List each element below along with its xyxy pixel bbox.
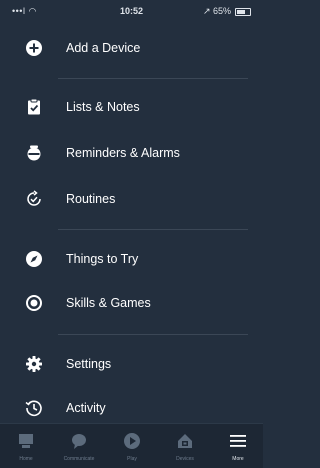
battery-percent: ↗ 65%: [202, 6, 231, 16]
menu-item-label: Settings: [66, 357, 112, 371]
menu-item-skills-games[interactable]: Skills & Games: [0, 286, 263, 320]
menu-item-routines[interactable]: Routines: [0, 182, 263, 216]
tab-label: Play: [127, 456, 137, 462]
battery-icon: [235, 7, 251, 16]
menu-item-add-device[interactable]: Add a Device: [0, 31, 263, 65]
alarm-icon: [27, 145, 41, 161]
menu-item-label: Routines: [66, 192, 116, 206]
status-bar: •••l ◠ 10:52 ↗ 65%: [0, 0, 263, 24]
tab-label: Communicate: [63, 456, 95, 462]
tab-label: More: [232, 456, 244, 462]
tab-home[interactable]: Home: [0, 424, 52, 468]
routines-icon: [27, 190, 41, 206]
tab-devices[interactable]: Devices: [159, 424, 211, 468]
menu-item-label: Reminders & Alarms: [66, 146, 180, 160]
menu-icon: [230, 435, 246, 447]
clipboard-icon: [28, 98, 40, 115]
add-icon: [26, 40, 42, 56]
tab-label: Home: [19, 456, 33, 462]
skills-icon: [26, 295, 42, 311]
menu-item-activity[interactable]: Activity: [0, 391, 263, 425]
battery-indicator: ↗ 65%: [203, 6, 251, 17]
menu-item-lists-notes[interactable]: Lists & Notes: [0, 90, 263, 124]
divider: [58, 334, 248, 335]
menu-item-label: Skills & Games: [66, 296, 151, 310]
menu-item-label: Things to Try: [66, 252, 139, 266]
menu-item-label: Activity: [66, 401, 106, 415]
gear-icon: [26, 356, 42, 372]
divider: [58, 78, 248, 79]
home-icon: [19, 434, 33, 448]
compass-icon: [26, 251, 42, 267]
tab-label: Devices: [176, 456, 194, 462]
tab-communicate[interactable]: Communicate: [53, 424, 105, 468]
history-icon: [25, 400, 42, 417]
tab-more[interactable]: More: [212, 424, 264, 468]
chat-bubble-icon: [72, 434, 86, 449]
divider: [58, 229, 248, 230]
menu-item-label: Add a Device: [66, 41, 141, 55]
devices-icon: [178, 434, 192, 448]
menu-item-label: Lists & Notes: [66, 100, 140, 114]
tab-play[interactable]: Play: [106, 424, 158, 468]
menu-item-things-to-try[interactable]: Things to Try: [0, 242, 263, 276]
menu-item-settings[interactable]: Settings: [0, 347, 263, 381]
menu-item-reminders-alarms[interactable]: Reminders & Alarms: [0, 136, 263, 170]
bottom-nav: Home Communicate Play Devices More: [0, 423, 263, 468]
play-icon: [124, 433, 140, 449]
